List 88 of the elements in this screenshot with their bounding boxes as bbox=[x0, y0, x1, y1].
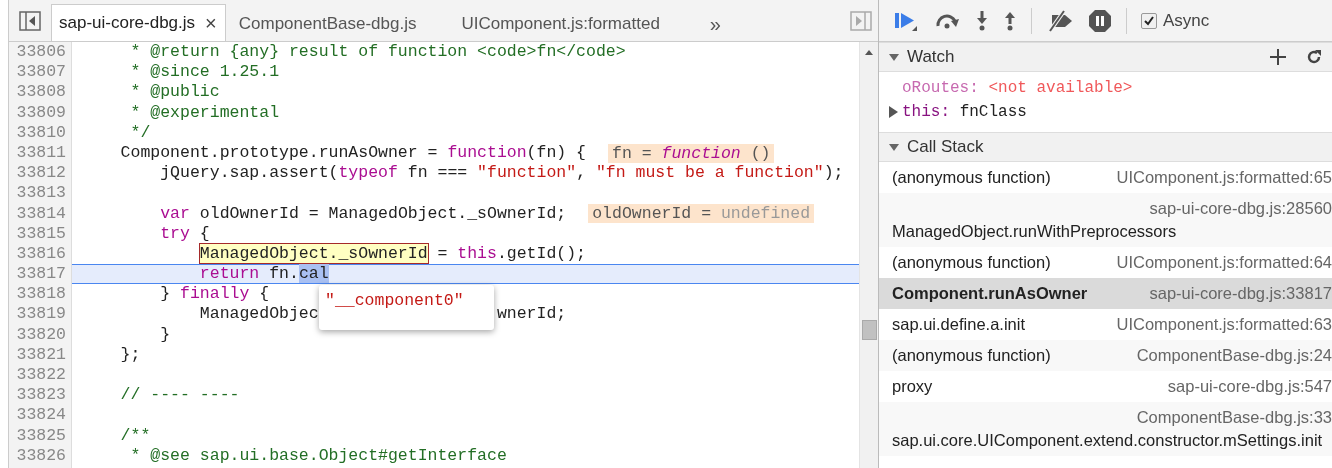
source-location: ComponentBase-dbg.js:33 bbox=[1136, 407, 1332, 428]
code-line: * @experimental bbox=[129, 102, 280, 123]
line-number: 33826 bbox=[15, 445, 67, 466]
source-location: ComponentBase-dbg.js:24 bbox=[1136, 345, 1332, 366]
line-number: 33820 bbox=[15, 324, 67, 345]
watch-expression: this: fnClass bbox=[902, 103, 1027, 121]
section-title[interactable]: Watch bbox=[907, 47, 955, 67]
line-number: 33823 bbox=[15, 385, 67, 406]
call-stack-frame[interactable]: sap-ui-core-dbg.js:28560 ManagedObject.runWithPreprocessors bbox=[879, 193, 1332, 247]
code-line: Component.prototype.runAsOwner = function(fn) { bbox=[119, 142, 586, 164]
line-number: 33808 bbox=[15, 82, 67, 103]
code-line: jQuery.sap.assert(typeof fn === "function", "fn must be a function"); bbox=[159, 163, 844, 184]
expand-triangle-icon[interactable] bbox=[889, 142, 899, 152]
refresh-icon[interactable] bbox=[1306, 49, 1322, 65]
call-stack-frame[interactable]: ComponentBase-dbg.js:33 sap.ui.core.UIComponent.extend.constructor.mSettings.init bbox=[879, 402, 1332, 456]
code-line: * @since 1.25.1 bbox=[129, 62, 280, 83]
line-number: 33825 bbox=[15, 425, 67, 446]
inline-value: oldOwnerId = undefined bbox=[588, 204, 815, 224]
async-checkbox[interactable] bbox=[1141, 12, 1157, 29]
step-into-icon[interactable] bbox=[975, 9, 989, 32]
sidebar-toggle-icon[interactable] bbox=[850, 10, 872, 31]
code-line: try { bbox=[159, 223, 210, 244]
code-line: return fn.cal bbox=[198, 264, 329, 285]
function-name: sap.ui.core.UIComponent.extend.constructor.mSettings.init bbox=[892, 430, 1324, 451]
code-line: }; bbox=[119, 344, 141, 365]
code-line: } finally { bbox=[159, 284, 270, 305]
line-number: 33814 bbox=[15, 203, 67, 224]
code-line: */ bbox=[129, 122, 151, 143]
scrollbar-thumb[interactable] bbox=[862, 320, 877, 340]
call-stack-frame[interactable]: Component.runAsOwner sap-ui-core-dbg.js:33817 bbox=[879, 278, 1332, 309]
watch-expression: oRoutes: <not available> bbox=[902, 79, 1133, 97]
line-number: 33821 bbox=[15, 344, 67, 365]
expand-arrow-icon[interactable] bbox=[889, 106, 898, 118]
function-name: (anonymous function) bbox=[892, 252, 1051, 273]
scrollbar[interactable] bbox=[859, 42, 878, 468]
deactivate-breakpoints-icon[interactable] bbox=[1046, 9, 1074, 32]
code-line: // ---- ---- bbox=[119, 385, 240, 406]
file-tab[interactable]: ComponentBase-dbg.js bbox=[231, 7, 425, 41]
scroll-up-icon[interactable] bbox=[865, 50, 873, 55]
line-number: 33824 bbox=[15, 405, 67, 426]
source-location: UIComponent.js:formatted:64 bbox=[1116, 252, 1332, 273]
file-tab[interactable]: sap-ui-core-dbg.js × bbox=[51, 4, 226, 41]
code-line: * @see sap.ui.base.Object#getInterface bbox=[129, 445, 507, 466]
function-name: proxy bbox=[892, 376, 933, 397]
function-name: ManagedObject.runWithPreprocessors bbox=[892, 221, 1178, 242]
source-location: UIComponent.js:formatted:65 bbox=[1116, 167, 1332, 188]
line-number: 33818 bbox=[15, 284, 67, 305]
call-stack-frame[interactable]: (anonymous function) UIComponent.js:formatted:65 bbox=[879, 162, 1332, 193]
line-number: 33819 bbox=[15, 304, 67, 325]
line-number: 33806 bbox=[15, 42, 67, 63]
source-location: sap-ui-core-dbg.js:28560 bbox=[1149, 198, 1332, 219]
source-location: UIComponent.js:formatted:63 bbox=[1116, 314, 1332, 335]
function-name: Component.runAsOwner bbox=[892, 283, 1088, 304]
function-name: sap.ui.define.a.init bbox=[892, 314, 1025, 335]
line-number: 33816 bbox=[15, 243, 67, 265]
file-tab[interactable]: UIComponent.js:formatted bbox=[454, 7, 668, 41]
line-number: 33813 bbox=[15, 183, 67, 204]
code-line: * @public bbox=[129, 82, 220, 103]
call-stack-frame[interactable]: sap.ui.define.a.init UIComponent.js:formatted:63 bbox=[879, 309, 1332, 340]
line-number: 33812 bbox=[15, 163, 67, 184]
line-number: 33822 bbox=[15, 365, 67, 386]
line-number: 33809 bbox=[15, 102, 67, 123]
code-line: } bbox=[159, 324, 171, 345]
code-line: * @return {any} result of function <code>fn</code> bbox=[129, 42, 626, 63]
expand-triangle-icon[interactable] bbox=[889, 52, 899, 62]
call-stack-frame[interactable]: proxy sap-ui-core-dbg.js:547 bbox=[879, 371, 1332, 402]
line-number: 33811 bbox=[15, 142, 67, 164]
sidebar-toggle-icon[interactable] bbox=[19, 10, 41, 31]
line-number: 33810 bbox=[15, 122, 67, 143]
pause-icon[interactable] bbox=[1088, 8, 1112, 33]
add-icon[interactable] bbox=[1270, 49, 1286, 65]
call-stack-frame[interactable]: (anonymous function) ComponentBase-dbg.js:24 bbox=[879, 340, 1332, 371]
close-icon[interactable]: × bbox=[205, 11, 217, 35]
async-label: Async bbox=[1163, 10, 1210, 31]
inline-value: fn = function () bbox=[608, 143, 775, 163]
line-number: 33817 bbox=[15, 264, 67, 285]
line-number: 33815 bbox=[15, 223, 67, 244]
value-popover: "__component0" bbox=[319, 285, 494, 330]
source-location: sap-ui-core-dbg.js:33817 bbox=[1149, 283, 1332, 304]
function-name: (anonymous function) bbox=[892, 345, 1051, 366]
section-title[interactable]: Call Stack bbox=[907, 137, 984, 157]
more-tabs-button[interactable]: » bbox=[703, 7, 727, 41]
source-location: sap-ui-core-dbg.js:547 bbox=[1167, 376, 1332, 397]
code-line: var oldOwnerId = ManagedObject._sOwnerId; bbox=[159, 203, 567, 224]
call-stack-frame[interactable]: (anonymous function) UIComponent.js:formatted:64 bbox=[879, 247, 1332, 278]
function-name: (anonymous function) bbox=[892, 167, 1051, 188]
line-number: 33807 bbox=[15, 62, 67, 83]
code-line: /** bbox=[119, 425, 151, 446]
